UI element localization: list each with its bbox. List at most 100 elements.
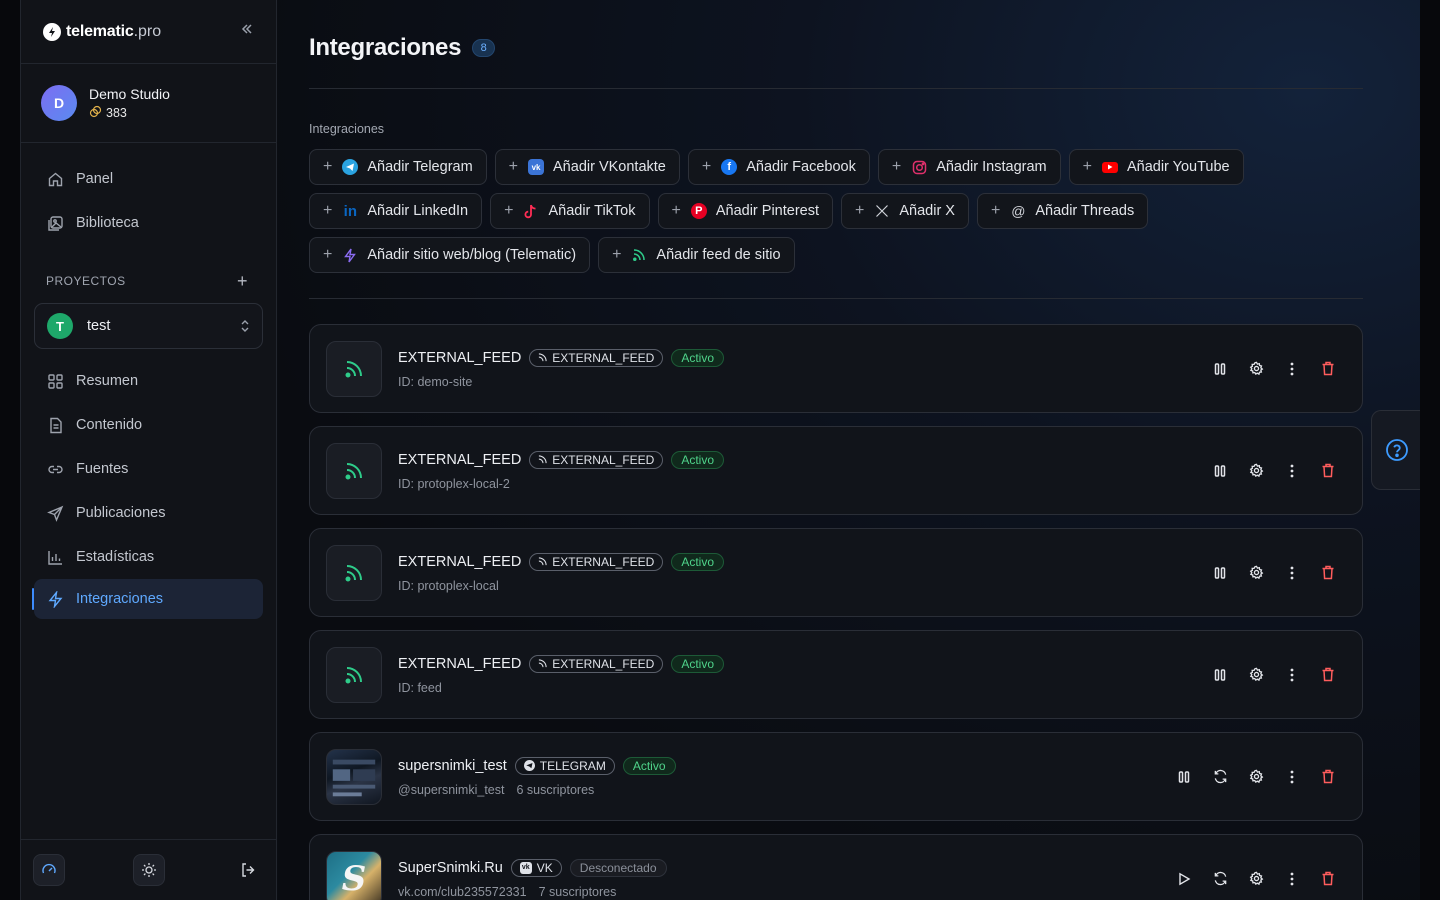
pinterest-icon: P xyxy=(690,203,707,219)
user-card[interactable]: D Demo Studio 383 xyxy=(21,64,276,143)
add-facebook-button[interactable]: + f Añadir Facebook xyxy=(687,149,870,185)
collapse-sidebar-icon[interactable] xyxy=(240,22,254,41)
delete-trash-button[interactable] xyxy=(1318,563,1338,583)
nav-item-panel[interactable]: Panel xyxy=(21,157,276,201)
delete-trash-button[interactable] xyxy=(1318,767,1338,787)
delete-trash-button[interactable] xyxy=(1318,461,1338,481)
add-vkontakte-button[interactable]: + vk Añadir VKontakte xyxy=(494,149,680,185)
sidebar-footer xyxy=(21,839,276,900)
plus-icon: + xyxy=(891,158,902,175)
type-tag: vk VK xyxy=(510,858,562,877)
project-select[interactable]: T test xyxy=(34,303,263,349)
play-resume-button[interactable] xyxy=(1174,869,1194,889)
nav-item-stats[interactable]: Estadísticas xyxy=(21,535,276,579)
theme-toggle-button[interactable] xyxy=(132,854,165,886)
settings-gear-button[interactable] xyxy=(1246,461,1266,481)
facebook-icon: f xyxy=(721,159,738,175)
add-button-label: Añadir X xyxy=(899,203,955,219)
add-website-blog-button[interactable]: + Añadir sitio web/blog (Telematic) xyxy=(309,237,591,273)
type-tag: EXTERNAL_FEED xyxy=(529,552,664,571)
more-options-button[interactable] xyxy=(1282,665,1302,685)
settings-gear-button[interactable] xyxy=(1246,359,1266,379)
integration-card[interactable]: EXTERNAL_FEED EXTERNAL_FEED Activo ID: p… xyxy=(309,528,1363,617)
image-library-icon xyxy=(46,214,64,232)
left-gutter xyxy=(0,0,20,900)
integration-card[interactable]: S SuperSnimki.Ru vk VK Desconectado vk.c… xyxy=(309,834,1363,900)
nav-item-publications[interactable]: Publicaciones xyxy=(21,491,276,535)
link-icon xyxy=(46,460,64,478)
threads-icon: @ xyxy=(1011,203,1026,219)
subscriber-count: 7 suscriptores xyxy=(538,884,617,899)
type-tag: EXTERNAL_FEED xyxy=(529,348,664,367)
more-options-button[interactable] xyxy=(1282,767,1302,787)
telegram-icon xyxy=(523,760,535,771)
rss-feed-thumbnail xyxy=(326,340,382,397)
more-options-button[interactable] xyxy=(1282,869,1302,889)
add-youtube-button[interactable]: + Añadir YouTube xyxy=(1068,149,1244,185)
more-options-button[interactable] xyxy=(1282,461,1302,481)
add-instagram-button[interactable]: + Añadir Instagram xyxy=(877,149,1061,185)
linkedin-icon: in xyxy=(343,202,358,220)
add-site-feed-button[interactable]: + Añadir feed de sitio xyxy=(598,237,795,273)
nav-item-integrations[interactable]: Integraciones xyxy=(32,579,263,619)
add-pinterest-button[interactable]: + P Añadir Pinterest xyxy=(657,193,834,229)
settings-gear-button[interactable] xyxy=(1246,869,1266,889)
nav-item-label: Contenido xyxy=(76,417,143,433)
delete-trash-button[interactable] xyxy=(1318,665,1338,685)
rss-feed-thumbnail xyxy=(326,442,382,499)
brand-suffix: .pro xyxy=(133,22,162,40)
nav-item-library[interactable]: Biblioteca xyxy=(21,201,276,245)
project-name: test xyxy=(87,318,111,334)
type-label: EXTERNAL_FEED xyxy=(552,554,655,569)
settings-gear-button[interactable] xyxy=(1246,665,1266,685)
integration-card[interactable]: EXTERNAL_FEED EXTERNAL_FEED Activo ID: d… xyxy=(309,324,1363,413)
delete-trash-button[interactable] xyxy=(1318,359,1338,379)
rss-feed-thumbnail xyxy=(326,544,382,601)
plus-icon: + xyxy=(508,158,519,175)
rss-icon xyxy=(539,659,547,668)
group-url: vk.com/club235572331 xyxy=(398,884,527,899)
more-options-button[interactable] xyxy=(1282,359,1302,379)
status-badge: Activo xyxy=(671,348,725,367)
delete-trash-button[interactable] xyxy=(1318,869,1338,889)
nav-item-content[interactable]: Contenido xyxy=(21,403,276,447)
rss-feed-thumbnail xyxy=(326,646,382,703)
integration-id: ID: demo-site xyxy=(398,374,473,389)
pause-button[interactable] xyxy=(1210,665,1230,685)
add-linkedin-button[interactable]: + in Añadir LinkedIn xyxy=(309,193,483,229)
add-telegram-button[interactable]: + Añadir Telegram xyxy=(309,149,487,185)
add-project-button[interactable]: + xyxy=(237,271,248,292)
add-tiktok-button[interactable]: + Añadir TikTok xyxy=(490,193,650,229)
pause-button[interactable] xyxy=(1210,359,1230,379)
settings-gear-button[interactable] xyxy=(1246,563,1266,583)
type-label: EXTERNAL_FEED xyxy=(552,452,655,467)
nav-item-label: Estadísticas xyxy=(76,549,155,565)
rss-icon xyxy=(539,557,547,566)
plus-icon: + xyxy=(671,202,681,219)
integration-card[interactable]: supersnimki_test TELEGRAM Activo @supers… xyxy=(309,732,1363,821)
refresh-sync-button[interactable] xyxy=(1210,869,1230,889)
plus-icon: + xyxy=(612,246,622,263)
card-actions xyxy=(1210,359,1338,379)
vk-icon: vk xyxy=(519,861,532,874)
help-button[interactable] xyxy=(1371,410,1420,490)
settings-gear-button[interactable] xyxy=(1246,767,1266,787)
pause-button[interactable] xyxy=(1174,767,1194,787)
integrations-list: EXTERNAL_FEED EXTERNAL_FEED Activo ID: d… xyxy=(309,324,1363,900)
brand-header: telematic .pro xyxy=(21,0,276,64)
integration-card[interactable]: EXTERNAL_FEED EXTERNAL_FEED Activo ID: p… xyxy=(309,426,1363,515)
refresh-sync-button[interactable] xyxy=(1210,767,1230,787)
more-options-button[interactable] xyxy=(1282,563,1302,583)
pause-button[interactable] xyxy=(1210,461,1230,481)
main-nav: Panel Biblioteca xyxy=(21,143,276,245)
add-threads-button[interactable]: + @ Añadir Threads xyxy=(976,193,1149,229)
vk-icon: vk xyxy=(528,159,545,175)
status-badge: Activo xyxy=(671,450,725,469)
nav-item-sources[interactable]: Fuentes xyxy=(21,447,276,491)
speed-gauge-button[interactable] xyxy=(33,854,65,886)
logout-button[interactable] xyxy=(232,854,264,886)
nav-item-overview[interactable]: Resumen xyxy=(21,359,276,403)
integration-card[interactable]: EXTERNAL_FEED EXTERNAL_FEED Activo ID: f… xyxy=(309,630,1363,719)
add-x-button[interactable]: + Añadir X xyxy=(841,193,969,229)
pause-button[interactable] xyxy=(1210,563,1230,583)
